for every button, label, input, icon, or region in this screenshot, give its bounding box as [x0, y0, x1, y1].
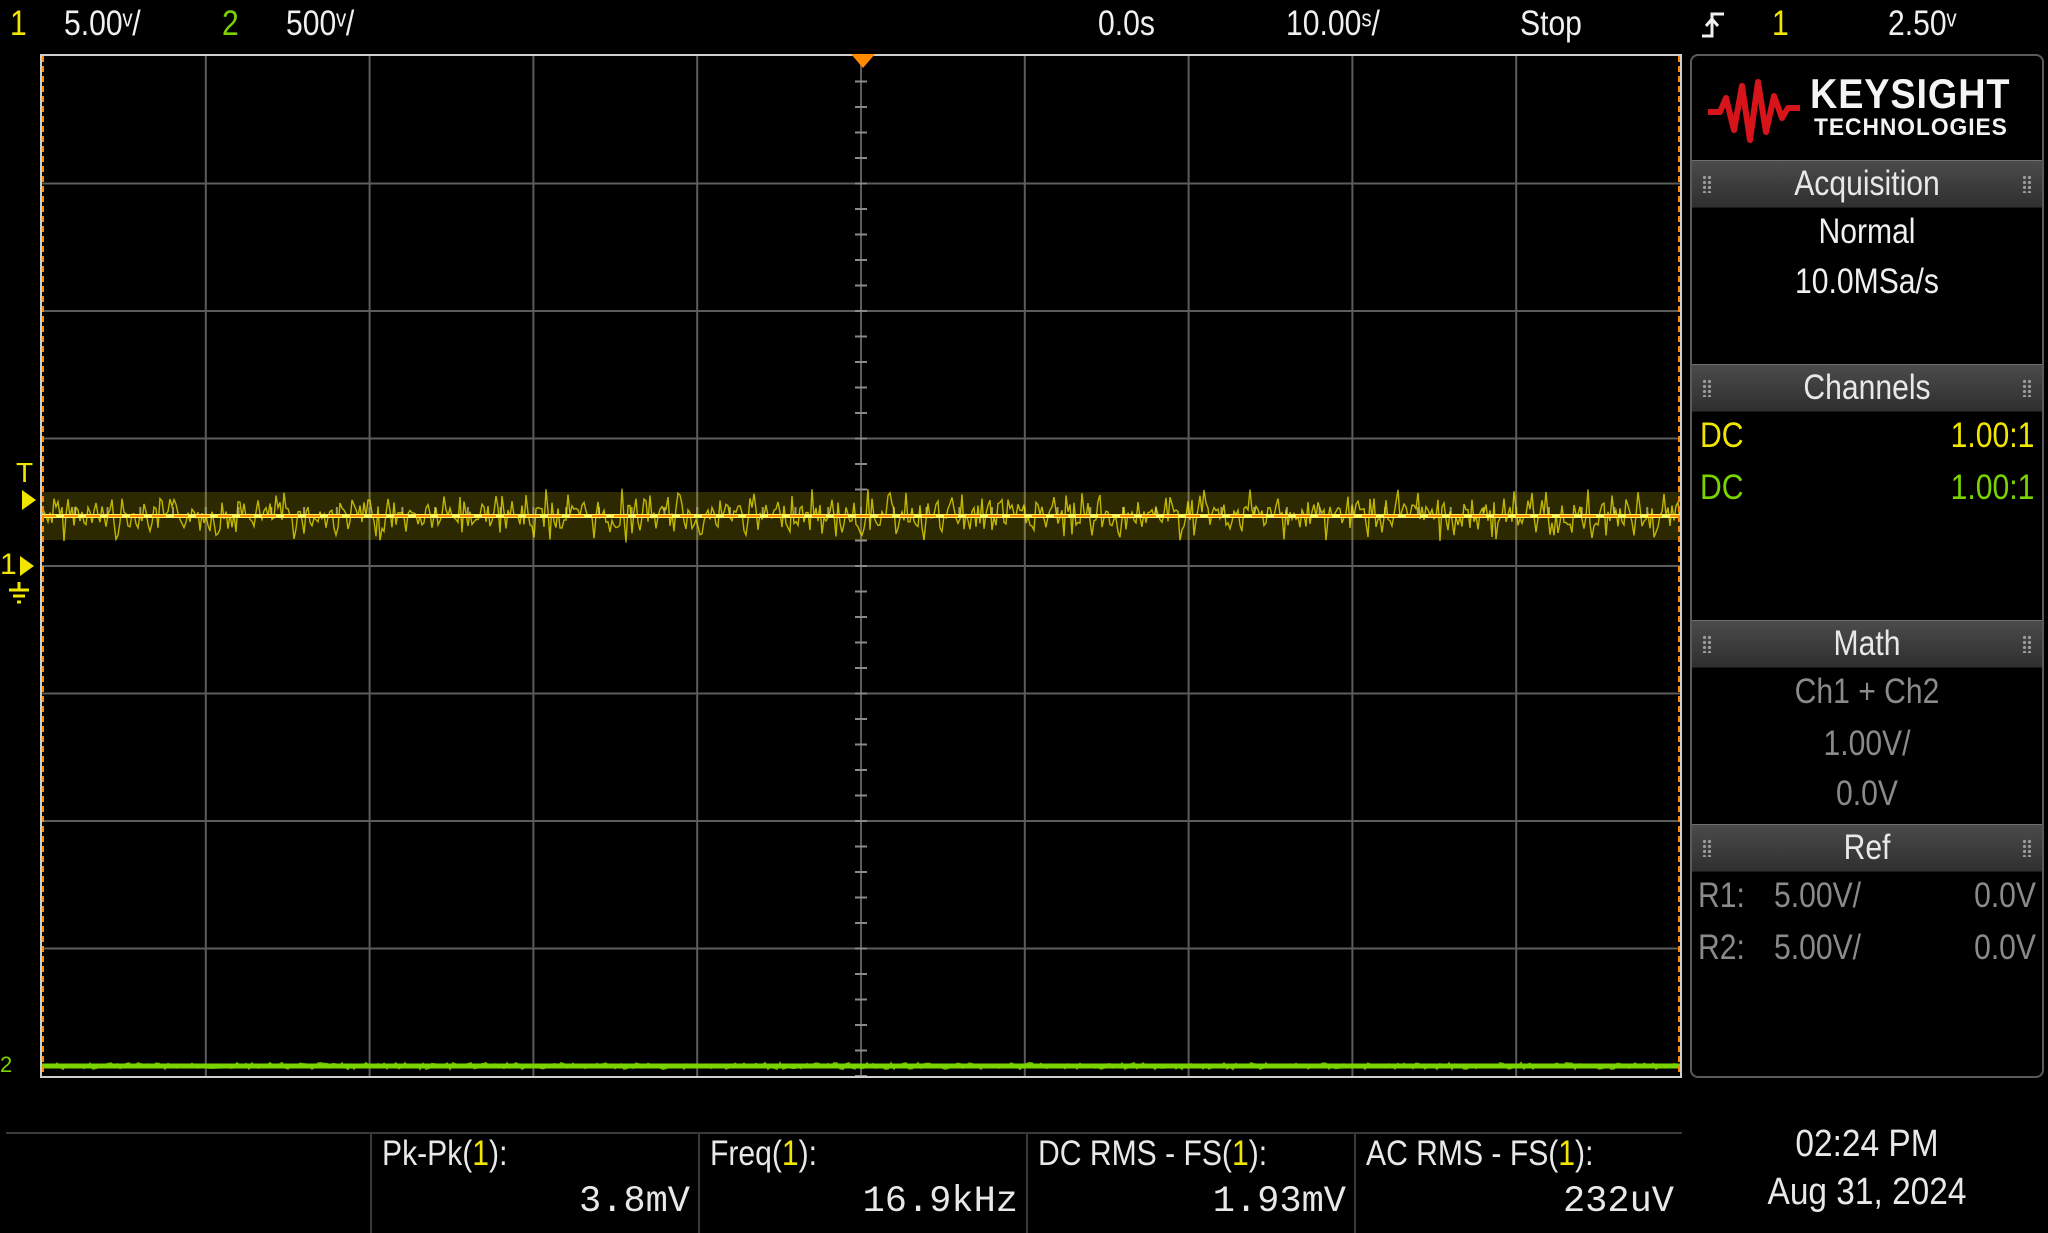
ch1-scale[interactable]: 5.00ᵛ/ — [64, 2, 141, 46]
measurement-dc-rms[interactable]: DC RMS - FS(1): 1.93mV — [1026, 1132, 1356, 1233]
clock-date: Aug 31, 2024 — [1767, 1171, 1967, 1213]
trigger-position-marker[interactable] — [851, 54, 875, 68]
measurement-pkpk[interactable]: Pk-Pk(1): 3.8mV — [370, 1132, 700, 1233]
math-offset: 0.0V — [1836, 774, 1898, 813]
ref-body[interactable]: R1: 5.00V/ 0.0V R2: 5.00V/ 0.0V — [1692, 870, 2042, 1070]
grip-icon — [2022, 175, 2032, 193]
ch2-number[interactable]: 2 — [222, 2, 239, 46]
side-panel: KEYSIGHT TECHNOLOGIES Acquisition Normal… — [1690, 54, 2044, 1078]
ch2-ground-marker[interactable]: 2 — [0, 1054, 12, 1076]
trigger-source[interactable]: 1 — [1772, 2, 1789, 46]
time-delay[interactable]: 0.0s — [1098, 2, 1155, 46]
channels-header[interactable]: Channels — [1692, 364, 2042, 412]
ref-title: Ref — [1843, 828, 1891, 867]
grip-icon — [1702, 635, 1712, 653]
grip-icon — [2022, 839, 2032, 857]
clock-time: 02:24 PM — [1795, 1123, 1939, 1165]
acquisition-title: Acquisition — [1794, 164, 1940, 203]
r1-scale: 5.00V/ — [1774, 876, 1862, 915]
measurement-freq[interactable]: Freq(1): 16.9kHz — [698, 1132, 1028, 1233]
ch1-number[interactable]: 1 — [10, 2, 27, 46]
brand-name: KEYSIGHT — [1810, 70, 2011, 117]
math-function: Ch1 + Ch2 — [1794, 672, 1940, 711]
measurement-label: Pk-Pk(1): — [382, 1134, 508, 1173]
measurement-value: 232uV — [1562, 1181, 1674, 1223]
r1-offset: 0.0V — [1974, 876, 2036, 915]
trigger-level[interactable]: 2.50ᵛ — [1888, 2, 1956, 46]
r2-label: R2: — [1698, 928, 1745, 967]
ch1-arrow-icon — [20, 556, 34, 576]
sample-rate: 10.0MSa/s — [1795, 262, 1939, 301]
measurement-value: 1.93mV — [1212, 1181, 1346, 1223]
run-state[interactable]: Stop — [1520, 2, 1582, 46]
r2-offset: 0.0V — [1974, 928, 2036, 967]
time-scale[interactable]: 10.00ˢ/ — [1286, 2, 1380, 46]
r2-scale: 5.00V/ — [1774, 928, 1862, 967]
acquisition-header[interactable]: Acquisition — [1692, 160, 2042, 208]
acquisition-mode: Normal — [1818, 212, 1916, 251]
ch2-scale[interactable]: 500ᵛ/ — [286, 2, 354, 46]
ground-icon — [6, 582, 32, 611]
channels-body[interactable]: DC 1.00:1 DC 1.00:1 — [1692, 410, 2042, 650]
grip-icon — [2022, 379, 2032, 397]
waveform-display[interactable] — [40, 54, 1682, 1078]
acquisition-body[interactable]: Normal 10.0MSa/s — [1692, 206, 2042, 356]
grip-icon — [1702, 175, 1712, 193]
ch1-marker-label: 1 — [0, 548, 17, 581]
graticule — [42, 56, 1680, 1076]
trigger-level-marker[interactable]: T — [16, 458, 33, 488]
grip-icon — [1702, 839, 1712, 857]
grip-icon — [2022, 635, 2032, 653]
measurement-ac-rms[interactable]: AC RMS - FS(1): 232uV — [1354, 1132, 1684, 1233]
math-title: Math — [1833, 624, 1901, 663]
channels-title: Channels — [1803, 368, 1931, 407]
trigger-marker-label: T — [16, 457, 34, 488]
ch1-probe: 1.00:1 — [1950, 416, 2034, 455]
keysight-wave-icon — [1708, 79, 1800, 143]
keysight-logo: KEYSIGHT TECHNOLOGIES — [1692, 56, 2042, 160]
measurements-bar: Pk-Pk(1): 3.8mV Freq(1): 16.9kHz DC RMS … — [0, 1080, 1690, 1233]
ch2-probe: 1.00:1 — [1950, 468, 2034, 507]
status-bar: 1 5.00ᵛ/ 2 500ᵛ/ 0.0s 10.00ˢ/ Stop 1 2.5… — [0, 0, 2048, 52]
math-header[interactable]: Math — [1692, 620, 2042, 668]
trigger-arrow-icon — [22, 490, 36, 510]
math-body[interactable]: Ch1 + Ch2 1.00V/ 0.0V — [1692, 666, 2042, 816]
ch2-coupling: DC — [1700, 468, 1744, 507]
measurement-label: Freq(1): — [710, 1134, 818, 1173]
brand-sub: TECHNOLOGIES — [1814, 114, 2008, 141]
ch2-marker-label: 2 — [0, 1052, 13, 1077]
grip-icon — [1702, 379, 1712, 397]
math-scale: 1.00V/ — [1823, 724, 1911, 763]
ch1-ground-marker[interactable]: 1 — [0, 550, 17, 580]
measurement-label: AC RMS - FS(1): — [1366, 1134, 1594, 1173]
ref-header[interactable]: Ref — [1692, 824, 2042, 872]
rising-edge-trigger-icon — [1700, 6, 1726, 44]
ch1-coupling: DC — [1700, 416, 1744, 455]
clock: 02:24 PM Aug 31, 2024 — [1711, 1120, 2023, 1216]
measurement-value: 3.8mV — [578, 1181, 690, 1223]
measurement-value: 16.9kHz — [862, 1181, 1018, 1223]
r1-label: R1: — [1698, 876, 1745, 915]
measurement-label: DC RMS - FS(1): — [1038, 1134, 1268, 1173]
